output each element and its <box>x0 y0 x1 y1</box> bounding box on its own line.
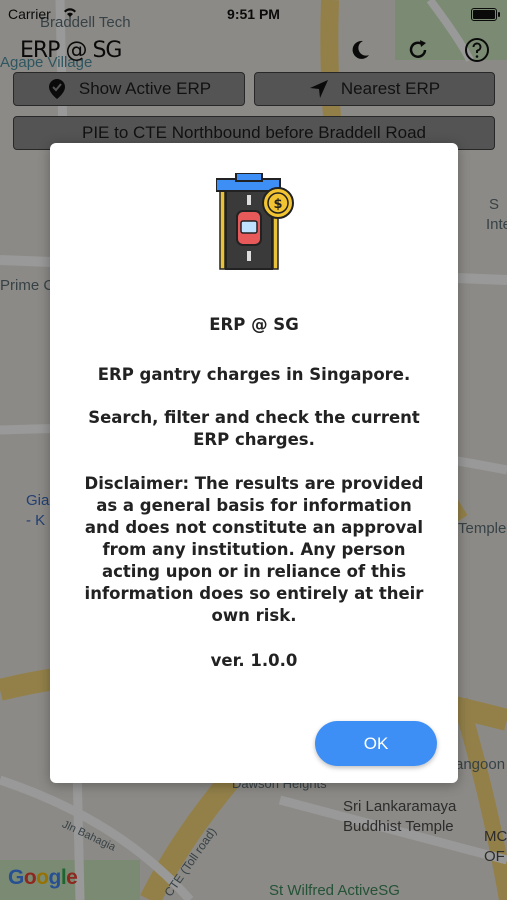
svg-text:$: $ <box>273 197 282 212</box>
about-dialog: $ ERP @ SG ERP gantry charges in Singapo… <box>50 143 458 783</box>
dialog-version: ver. 1.0.0 <box>210 651 298 670</box>
erp-gantry-logo-icon: $ <box>215 172 296 273</box>
ok-button[interactable]: OK <box>315 721 437 766</box>
dialog-description: Search, filter and check the current ERP… <box>88 408 420 449</box>
dialog-disclaimer: Disclaimer: The results are provided as … <box>84 474 424 625</box>
dialog-subtitle: ERP gantry charges in Singapore. <box>97 365 411 384</box>
dialog-title: ERP @ SG <box>209 315 299 334</box>
